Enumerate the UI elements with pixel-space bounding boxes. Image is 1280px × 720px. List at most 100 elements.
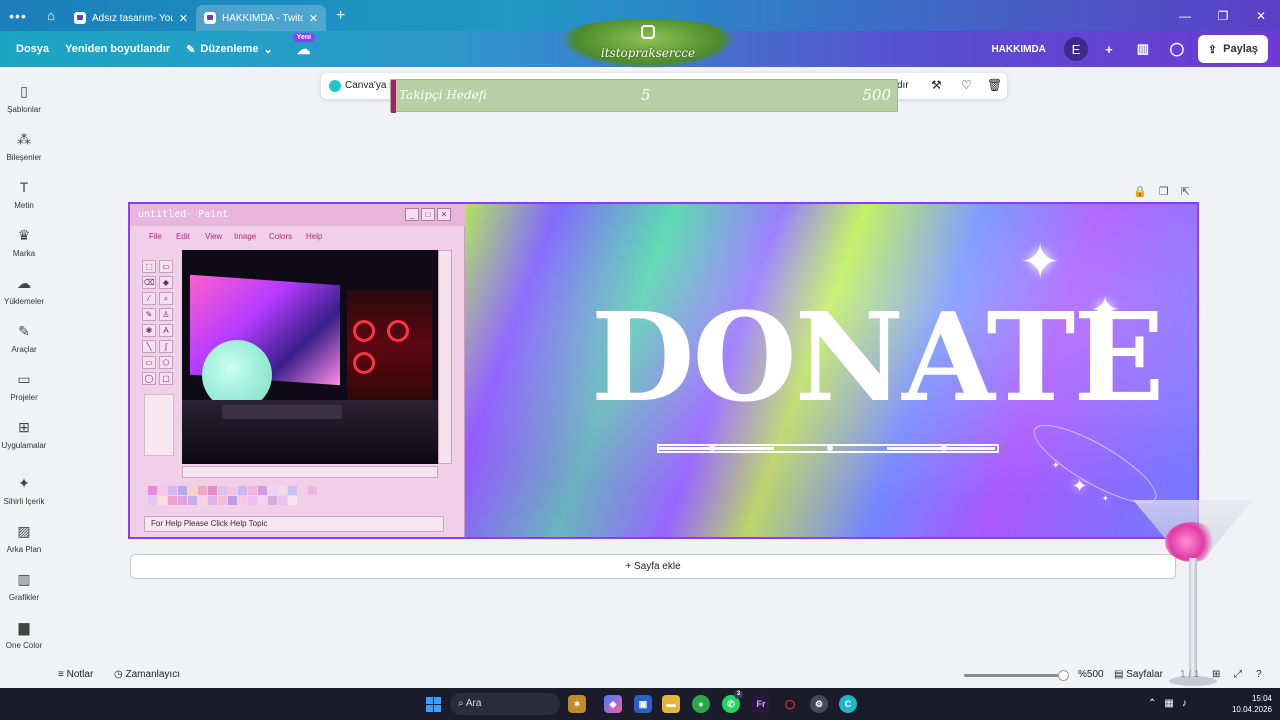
add-collaborator-icon[interactable]: + — [1096, 36, 1122, 62]
sidebar-item-apps[interactable]: ⊞ Uygulamalar — [0, 418, 48, 450]
sidebar-item-projects[interactable]: ▭ Projeler — [0, 370, 48, 402]
toolbar-text-suffix[interactable]: dır — [897, 80, 909, 91]
pencil-icon: ✎ — [142, 308, 156, 321]
add-page-icon[interactable]: ⇱ — [1181, 185, 1190, 198]
system-tray: ⌃ ▦ ♪ — [1148, 698, 1187, 709]
volume-icon[interactable]: ♪ — [1182, 698, 1187, 709]
sparkle-icon: ✦ — [1102, 494, 1109, 503]
zoom-slider[interactable] — [964, 670, 1069, 681]
canva-app-icon[interactable]: C — [839, 695, 857, 713]
twitch-icon — [204, 12, 216, 24]
grid-view-icon[interactable]: ⊞ — [1212, 669, 1220, 680]
opera-icon[interactable]: ◯ — [781, 695, 799, 713]
editing-menu[interactable]: ✎ Düzenleme ⌄ — [178, 43, 281, 56]
search-icon: ⌕ — [458, 698, 466, 709]
design-canvas[interactable]: untitled- Paint _ □ ✕ File Edit View Ima… — [128, 202, 1199, 539]
analytics-icon[interactable]: ▥ — [1130, 36, 1156, 62]
taskbar-search[interactable]: ⌕ Ara — [450, 693, 560, 715]
canva-toolbar-text[interactable]: Canva'ya s — [345, 80, 394, 91]
pages-button[interactable]: ▤ Sayfalar — [1114, 669, 1163, 680]
share-label: Paylaş — [1223, 43, 1258, 55]
goal-accent — [391, 80, 396, 113]
browser-tab-2[interactable]: HAKKIMDA - Twitc... ✕ — [196, 5, 326, 31]
sidebar-item-onecolor[interactable]: ▆ One Color — [0, 618, 48, 650]
sidebar-item-templates[interactable]: ▯ Şablonlar — [0, 82, 48, 114]
sidebar-item-label: Araçlar — [11, 345, 37, 354]
clock-time: 15:04 — [1251, 694, 1272, 703]
notes-button[interactable]: ≡ Notlar — [58, 669, 93, 680]
paint-title: untitled- Paint — [138, 209, 229, 220]
maximize-icon: □ — [421, 208, 435, 221]
minimize-icon[interactable]: — — [1166, 0, 1204, 31]
trash-icon[interactable]: 🗑 — [987, 78, 1002, 92]
close-icon[interactable]: ✕ — [179, 12, 188, 25]
sidebar-item-label: Arka Plan — [6, 545, 42, 554]
sparkle-icon: ✦ — [1020, 236, 1061, 289]
zoom-thumb[interactable] — [1058, 670, 1069, 681]
close-icon[interactable]: ✕ — [309, 12, 318, 25]
sidebar-item-text[interactable]: T Metin — [0, 178, 48, 210]
close-window-icon[interactable]: ✕ — [1242, 0, 1280, 31]
sidebar-item-magic[interactable]: ✦ Sihirli İçerik — [0, 474, 48, 506]
taskbar-app-icon[interactable]: ✶ — [568, 695, 586, 713]
settings-icon[interactable]: ⚙ — [810, 695, 828, 713]
fresco-icon[interactable]: Fr — [752, 695, 770, 713]
copilot-icon[interactable]: ◆ — [604, 695, 622, 713]
instagram-handle: itstopraksercce — [600, 46, 696, 60]
comment-add-icon[interactable]: ♡ — [961, 78, 972, 92]
lock-icon[interactable]: 🔒 — [1133, 185, 1147, 198]
resize-menu[interactable]: Yeniden boyutlandır — [57, 43, 178, 55]
curve-icon: ∫ — [159, 340, 173, 353]
sidebar-item-elements[interactable]: ⁂ Bileşenler — [0, 130, 48, 162]
comment-icon[interactable]: ◯ — [1164, 36, 1190, 62]
sidebar-item-brand[interactable]: ♛ Marka — [0, 226, 48, 258]
goal-target: 500 — [862, 86, 891, 104]
zoom-value[interactable]: %500 — [1078, 669, 1104, 680]
design-title[interactable]: HAKKIMDA — [991, 44, 1045, 55]
line-icon: ╲ — [142, 340, 156, 353]
sidebar-item-draw[interactable]: ✎ Araçlar — [0, 322, 48, 354]
restore-icon[interactable]: ❐ — [1204, 0, 1242, 31]
sidebar-item-uploads[interactable]: ☁ Yüklemeler — [0, 274, 48, 306]
brand-icon: ♛ — [17, 227, 31, 243]
share-button[interactable]: ⇪ Paylaş — [1197, 35, 1268, 63]
duplicate-icon[interactable]: ❐ — [1159, 185, 1169, 198]
sidebar-item-label: Uygulamalar — [1, 441, 47, 450]
browser-menu-icon[interactable]: ••• — [0, 8, 36, 24]
sidebar-item-charts[interactable]: ▥ Grafikler — [0, 570, 48, 602]
clock[interactable]: 15:04 10.04.2026 — [1232, 693, 1272, 715]
browser-tab-1[interactable]: Adsız tasarım- You... ✕ — [66, 5, 196, 31]
sidebar-item-label: Projeler — [10, 393, 38, 402]
wifi-icon[interactable]: ▦ — [1164, 698, 1173, 709]
avatar[interactable]: E — [1063, 37, 1088, 61]
sparkle-icon: ✦ — [1090, 289, 1121, 330]
paint-horizontal-scrollbar — [182, 466, 438, 478]
goal-current: 5 — [641, 86, 651, 104]
chrome-icon[interactable]: ● — [692, 695, 710, 713]
store-icon[interactable]: ▣ — [634, 695, 652, 713]
apps-icon: ⊞ — [18, 419, 30, 435]
cloud-save-icon[interactable]: ☁ Yeni — [292, 32, 316, 58]
chevron-up-icon[interactable]: ⌃ — [1148, 698, 1156, 709]
paint-format-icon[interactable]: ⚒ — [931, 78, 942, 92]
new-tab-icon[interactable]: + — [336, 7, 345, 25]
left-sidebar: ▯ Şablonlar ⁂ Bileşenler T Metin ♛ Marka ☁ Yü… — [0, 67, 48, 688]
sidebar-item-label: Yüklemeler — [3, 297, 44, 306]
file-menu[interactable]: Dosya — [8, 43, 57, 55]
paint-window-graphic: untitled- Paint _ □ ✕ File Edit View Ima… — [130, 204, 465, 537]
timer-button[interactable]: ◷ Zamanlayıcı — [114, 669, 180, 680]
home-icon[interactable]: ⌂ — [36, 8, 66, 23]
sidebar-item-background[interactable]: ▨ Arka Plan — [0, 522, 48, 554]
add-page-button[interactable]: + Sayfa ekle — [130, 554, 1176, 579]
pencil-icon: ✎ — [186, 43, 196, 56]
notes-icon: ≡ — [58, 669, 67, 680]
file-explorer-icon[interactable]: ▬ — [662, 695, 680, 713]
bottom-bar: ≡ Notlar ◷ Zamanlayıcı %500 ▤ Sayfalar 1… — [48, 662, 1280, 688]
windows-start-icon[interactable] — [426, 697, 441, 712]
goal-label: Takipçi Hedefi — [399, 88, 487, 102]
fullscreen-icon[interactable]: ⤢ — [1234, 669, 1242, 680]
pink-flowers — [1165, 522, 1219, 562]
help-icon[interactable]: ? — [1256, 669, 1262, 680]
donate-headline: DONATE — [590, 285, 1165, 429]
glass-stem — [1189, 558, 1197, 678]
